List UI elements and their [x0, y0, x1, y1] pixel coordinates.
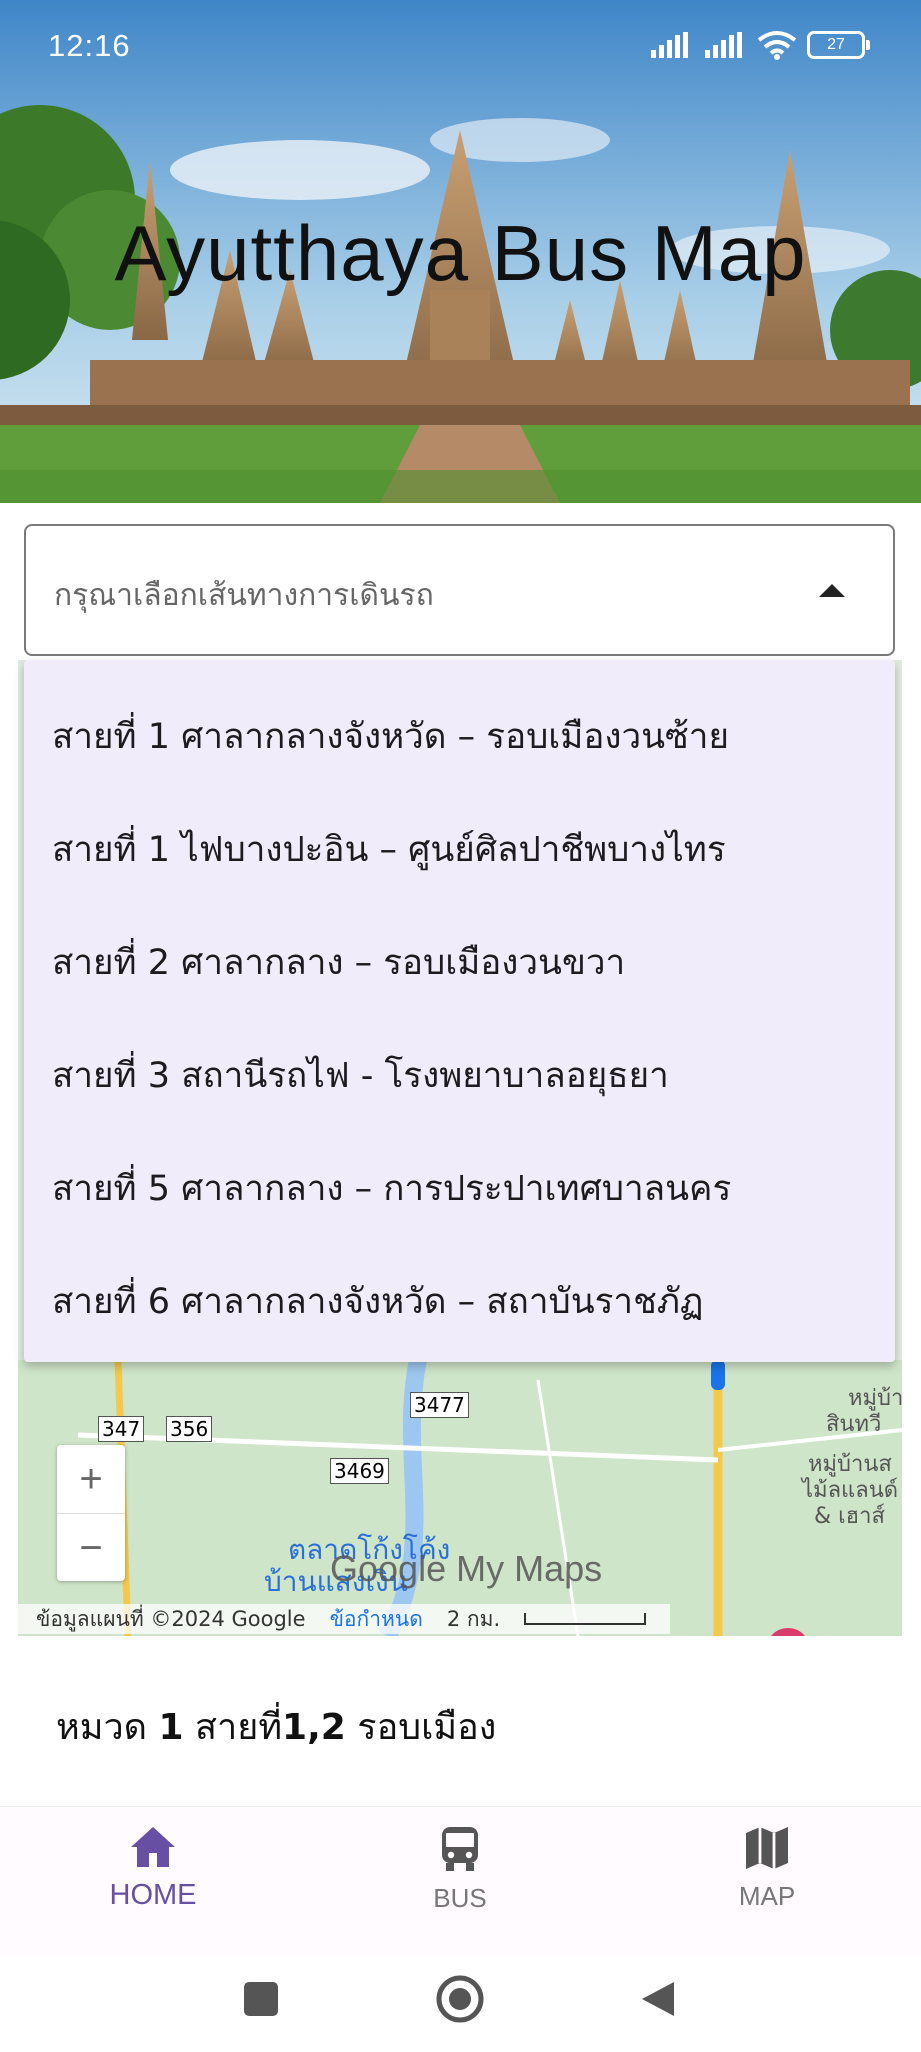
nav-bus[interactable]: BUS [360, 1825, 560, 1914]
route-dropdown-menu: สายที่ 1 ศาลากลางจังหวัด – รอบเมืองวนซ้า… [24, 660, 895, 1362]
home-icon [131, 1827, 175, 1867]
zoom-out-button[interactable]: − [57, 1514, 125, 1582]
recents-icon[interactable] [244, 1982, 278, 2016]
signal-icon [651, 32, 688, 58]
status-bar: 12:16 27 [0, 0, 921, 95]
caret-up-icon[interactable] [819, 584, 845, 597]
map-icon [746, 1827, 788, 1869]
back-icon[interactable] [642, 1982, 674, 2016]
route-info-card: หมวด 1 สายที่1,2 รอบเมือง [0, 1636, 921, 1806]
road-sign-3469: 3469 [330, 1458, 389, 1484]
map-label-village-1b: สินทวี [826, 1412, 882, 1437]
route-info-prefix: หมวด [56, 1707, 148, 1748]
zoom-in-button[interactable]: + [57, 1445, 125, 1514]
status-time: 12:16 [48, 28, 131, 63]
road-sign-356: 356 [166, 1416, 213, 1442]
map-scale-label: 2 กม. [446, 1606, 501, 1631]
map-terms-link[interactable]: ข้อกำหนด [330, 1603, 423, 1636]
route-info-suffix: รอบเมือง [357, 1707, 497, 1748]
map-attribution: ข้อมูลแผนที่ ©2024 Google [36, 1606, 306, 1631]
map-scale-bar [524, 1613, 647, 1625]
route-info-group: 1 [158, 1707, 184, 1748]
battery-icon: 27 [807, 31, 870, 59]
road-sign-3477: 3477 [410, 1392, 469, 1418]
route-info-middle: สายที่ [195, 1707, 283, 1748]
map-footer: ข้อมูลแผนที่ ©2024 Google ข้อกำหนด 2 กม. [18, 1604, 670, 1634]
nav-bus-label: BUS [433, 1883, 487, 1913]
route-option[interactable]: สายที่ 6 ศาลากลางจังหวัด – สถาบันราชภัฏ [24, 1245, 895, 1358]
nav-home-label: HOME [109, 1879, 197, 1911]
route-option[interactable]: สายที่ 5 ศาลากลาง – การประปาเทศบาลนคร [24, 1132, 895, 1245]
route-option[interactable]: สายที่ 3 สถานีรถไฟ - โรงพยาบาลอยุธยา [24, 1019, 895, 1132]
route-option[interactable]: สายที่ 1 ศาลากลางจังหวัด – รอบเมืองวนซ้า… [24, 680, 895, 793]
zoom-controls: + − [57, 1445, 125, 1581]
bottom-navigation: HOME BUS MAP [0, 1806, 921, 1957]
route-info-lines: 1,2 [282, 1707, 346, 1748]
route-option[interactable]: สายที่ 2 ศาลากลาง – รอบเมืองวนขวา [24, 906, 895, 1019]
map-label-village-2c: & เฮาส์ [814, 1504, 885, 1529]
system-nav-icons [244, 1975, 674, 2023]
road-sign-347: 347 [98, 1416, 145, 1442]
route-info-text: หมวด 1 สายที่1,2 รอบเมือง [56, 1698, 496, 1755]
bus-icon [442, 1827, 478, 1871]
route-select-placeholder: กรุณาเลือกเส้นทางการเดินรถ [54, 578, 434, 613]
app-title: Ayutthaya Bus Map [114, 209, 807, 297]
route-option[interactable]: สายที่ 1 ไฟบางปะอิน – ศูนย์ศิลปาชีพบางไท… [24, 793, 895, 906]
system-navigation-bar [0, 1956, 921, 2048]
signal-icon-2 [705, 32, 742, 58]
nav-map[interactable]: MAP [667, 1825, 867, 1912]
nav-map-label: MAP [738, 1881, 796, 1911]
map-watermark: Google My Maps [330, 1548, 603, 1589]
nav-home[interactable]: HOME [53, 1825, 253, 1912]
route-select[interactable]: กรุณาเลือกเส้นทางการเดินรถ [24, 524, 895, 656]
wifi-icon [757, 31, 797, 60]
